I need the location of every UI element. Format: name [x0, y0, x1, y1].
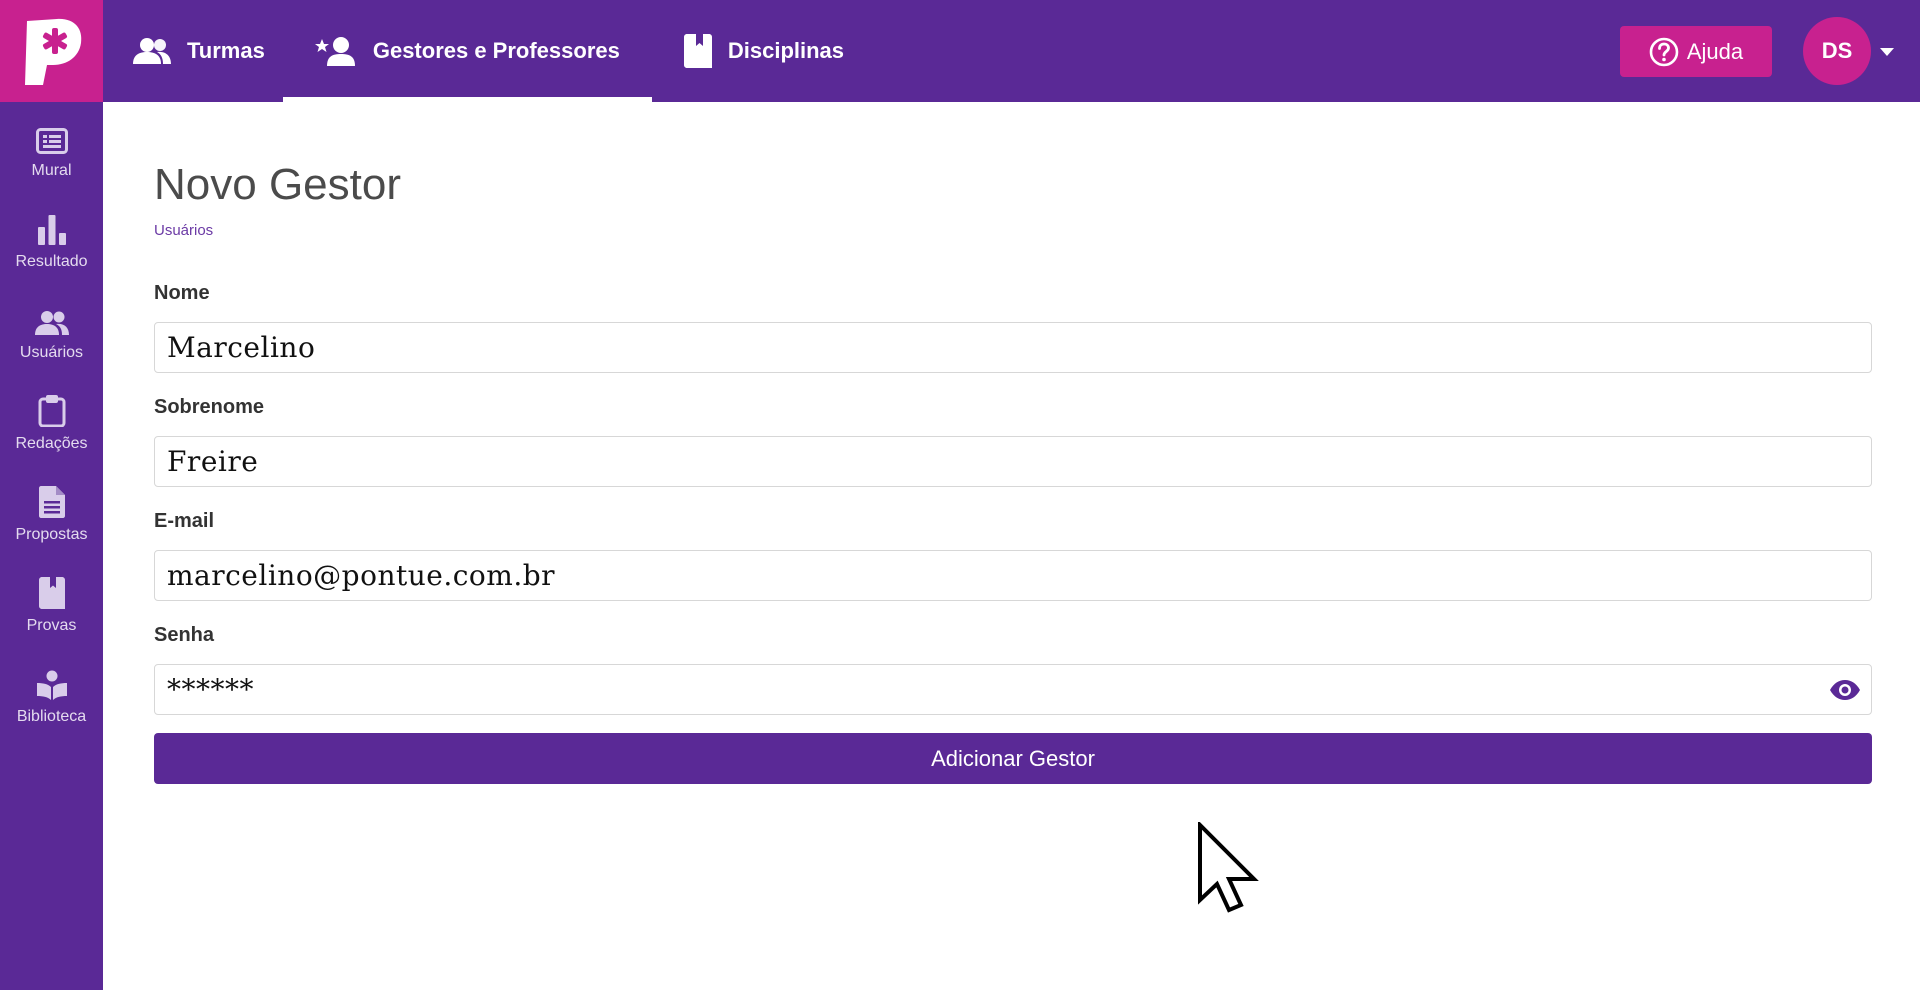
sobrenome-input[interactable]	[154, 436, 1872, 487]
file-text-icon	[38, 482, 65, 518]
nav-gestores-professores[interactable]: Gestores e Professores	[282, 0, 652, 102]
nav-turmas-label: Turmas	[187, 38, 265, 63]
senha-label: Senha	[154, 624, 215, 646]
nav-disciplinas-label: Disciplinas	[727, 38, 845, 63]
sidebar-item-redacoes[interactable]: Redações	[0, 391, 103, 471]
nome-input[interactable]	[154, 322, 1872, 373]
sidebar: Mural Resultado Usuários Redações Propos…	[0, 102, 103, 990]
email-input[interactable]	[154, 550, 1872, 601]
page-title: Novo Gestor	[154, 160, 401, 209]
nav-disciplinas[interactable]: Disciplinas	[652, 0, 876, 102]
mouse-cursor-icon	[1197, 820, 1259, 919]
top-bar: Turmas Gestores e Professores Disciplina…	[0, 0, 1920, 102]
sidebar-item-usuarios[interactable]: Usuários	[0, 300, 103, 380]
nav-turmas[interactable]: Turmas	[103, 0, 283, 102]
email-label: E-mail	[154, 510, 215, 532]
sidebar-item-label: Resultado	[15, 253, 88, 270]
nav-gestores-label: Gestores e Professores	[372, 38, 620, 63]
sidebar-item-mural[interactable]: Mural	[0, 118, 103, 198]
breadcrumb-usuarios[interactable]: Usuários	[154, 222, 213, 239]
user-star-icon	[314, 36, 357, 66]
sidebar-item-label: Mural	[31, 162, 72, 179]
sidebar-item-resultado[interactable]: Resultado	[0, 209, 103, 289]
book-icon	[683, 34, 712, 68]
pontue-logo[interactable]	[0, 0, 103, 102]
eye-icon[interactable]	[1828, 673, 1862, 707]
help-circle-icon	[1649, 37, 1679, 67]
sobrenome-label: Sobrenome	[154, 396, 265, 418]
board-icon	[35, 118, 68, 154]
clipboard-icon	[38, 391, 66, 427]
sidebar-item-provas[interactable]: Provas	[0, 573, 103, 653]
sidebar-item-label: Redações	[15, 435, 88, 452]
sidebar-item-propostas[interactable]: Propostas	[0, 482, 103, 562]
sidebar-item-label: Provas	[26, 617, 77, 634]
nome-label: Nome	[154, 282, 210, 304]
book-icon	[38, 573, 65, 609]
help-button[interactable]: Ajuda	[1620, 26, 1772, 77]
bar-chart-icon	[37, 209, 67, 245]
users-icon	[34, 300, 69, 336]
sidebar-item-label: Biblioteca	[16, 708, 87, 725]
sidebar-item-label: Propostas	[15, 526, 88, 543]
help-button-label: Ajuda	[1686, 38, 1744, 64]
logo-p-icon	[24, 18, 81, 86]
users-icon	[133, 37, 171, 65]
adicionar-gestor-button[interactable]: Adicionar Gestor	[154, 733, 1872, 784]
sidebar-item-biblioteca[interactable]: Biblioteca	[0, 664, 103, 744]
avatar[interactable]: DS	[1803, 17, 1871, 85]
caret-down-icon[interactable]	[1880, 48, 1894, 56]
sidebar-item-label: Usuários	[19, 344, 84, 361]
senha-input[interactable]	[154, 664, 1872, 715]
top-nav: Turmas Gestores e Professores Disciplina…	[103, 0, 876, 102]
reader-icon	[36, 664, 68, 700]
avatar-initials: DS	[1821, 38, 1853, 63]
